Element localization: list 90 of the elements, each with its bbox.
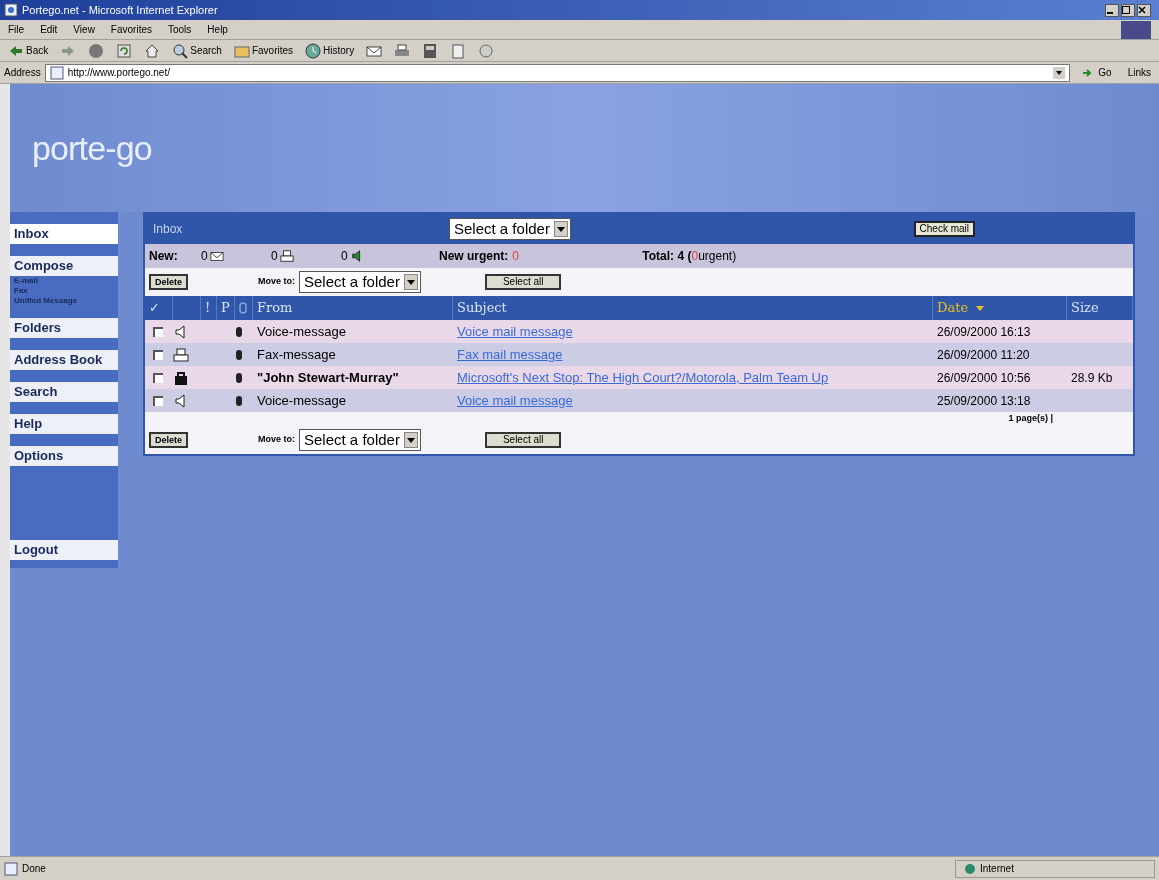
dropdown-icon bbox=[1053, 66, 1066, 79]
briefcase-icon bbox=[173, 369, 189, 386]
message-row[interactable]: Voice-message Voice mail message 25/09/2000 13:18 bbox=[145, 389, 1133, 412]
menu-item[interactable]: Tools bbox=[168, 22, 192, 37]
address-field[interactable]: http://www.portego.net/ bbox=[44, 63, 1071, 82]
sender: Voice-message bbox=[257, 323, 346, 339]
urgent-count: 0 bbox=[512, 248, 521, 265]
message-row[interactable]: Voice-message Voice mail message 26/09/2000 16:13 bbox=[145, 320, 1133, 343]
folder-select[interactable]: Select a folder bbox=[299, 271, 421, 293]
fax-icon bbox=[173, 346, 189, 363]
sidebar-item[interactable]: Compose bbox=[10, 256, 118, 276]
message-row[interactable]: Fax-message Fax mail message 26/09/2000 11:20 bbox=[145, 343, 1133, 366]
envelope-icon bbox=[209, 249, 224, 263]
logo: porte-go bbox=[32, 127, 152, 169]
count: 0 bbox=[201, 248, 208, 265]
links-label[interactable]: Links bbox=[1123, 65, 1155, 80]
maximize-icon bbox=[1122, 6, 1130, 14]
sender: Fax-message bbox=[257, 346, 336, 362]
close-icon bbox=[1138, 6, 1146, 14]
document-icon[interactable] bbox=[422, 42, 439, 59]
page-icon bbox=[4, 861, 18, 876]
select-all-button[interactable]: Select all bbox=[484, 274, 562, 290]
caret-icon bbox=[406, 437, 415, 443]
size: 28.9 Kb bbox=[1071, 370, 1113, 385]
globe-icon bbox=[964, 862, 976, 875]
folder-select[interactable]: Select a folder bbox=[299, 429, 421, 451]
refresh-icon[interactable] bbox=[116, 42, 133, 59]
sidebar-item[interactable]: Inbox bbox=[10, 224, 118, 244]
message-row[interactable]: "John Stewart-Murray" Microsoft's Next Stop: The High Court?/Motorola, Palm Team Up 26/09/2000 10:56 28.9 Kb bbox=[145, 366, 1133, 389]
close-button[interactable] bbox=[1137, 3, 1151, 17]
toolbar-label[interactable]: History bbox=[323, 43, 355, 58]
window-title: Portego.net - Microsoft Internet Explorer bbox=[22, 2, 219, 18]
delete-button[interactable]: Delete bbox=[149, 432, 188, 448]
urgent-count: 0 bbox=[691, 248, 699, 265]
checkbox[interactable] bbox=[153, 372, 163, 383]
toolbar-label[interactable]: Favorites bbox=[251, 43, 294, 58]
search-icon[interactable] bbox=[172, 42, 189, 59]
sidebar-item[interactable]: Help bbox=[10, 414, 118, 434]
home-icon[interactable] bbox=[144, 42, 161, 59]
checkbox[interactable] bbox=[153, 349, 163, 360]
sidebar-item[interactable]: Address Book bbox=[10, 350, 118, 370]
date: 26/09/2000 10:56 bbox=[937, 370, 1031, 385]
menu-item[interactable]: View bbox=[73, 22, 95, 37]
panel-title: Inbox bbox=[153, 221, 184, 238]
status-text: Done bbox=[22, 862, 47, 876]
subject-link[interactable]: Microsoft's Next Stop: The High Court?/Motorola, Palm Team Up bbox=[457, 369, 829, 385]
date: 26/09/2000 11:20 bbox=[937, 347, 1030, 362]
sidebar-item[interactable]: Search bbox=[10, 382, 118, 402]
select-all-button[interactable]: Select all bbox=[484, 432, 562, 448]
minimize-button[interactable] bbox=[1105, 3, 1119, 17]
move-to-label: Move to: bbox=[258, 433, 295, 447]
menu-item[interactable]: Help bbox=[207, 22, 228, 37]
menu-item[interactable]: Favorites bbox=[110, 22, 152, 37]
printer-icon[interactable] bbox=[394, 42, 411, 59]
checkbox[interactable] bbox=[153, 326, 163, 337]
sender: Voice-message bbox=[257, 392, 346, 408]
caret-icon bbox=[406, 279, 415, 285]
fax-icon bbox=[279, 249, 294, 263]
maximize-button[interactable] bbox=[1121, 3, 1135, 17]
total-label: Total: 4 ( bbox=[642, 248, 692, 265]
subject-link[interactable]: Voice mail message bbox=[457, 323, 573, 339]
check-mail-button[interactable]: Check mail bbox=[913, 221, 975, 237]
sidebar-item[interactable]: Folders bbox=[10, 318, 118, 338]
menu-item[interactable]: Edit bbox=[40, 22, 58, 37]
toolbar-label[interactable]: Search bbox=[190, 43, 222, 58]
move-to-label: Move to: bbox=[258, 275, 295, 289]
new-label: New: bbox=[149, 248, 179, 265]
new-urgent-label: New urgent: bbox=[439, 248, 509, 265]
checkbox[interactable] bbox=[153, 395, 163, 406]
folder-select[interactable]: Select a folder bbox=[449, 218, 571, 240]
sender: "John Stewart-Murray" bbox=[257, 369, 399, 385]
address-label: Address bbox=[4, 66, 41, 80]
sidebar-item[interactable]: Options bbox=[10, 446, 118, 466]
urgent-label: urgent) bbox=[698, 248, 737, 265]
zone-label: Internet bbox=[980, 862, 1014, 876]
sort-arrow-icon bbox=[976, 305, 985, 311]
browser-icon bbox=[4, 3, 18, 17]
page-icon bbox=[49, 65, 64, 80]
date: 25/09/2000 13:18 bbox=[937, 393, 1031, 408]
delete-button[interactable]: Delete bbox=[149, 274, 188, 290]
page-count: 1 page(s) | bbox=[1008, 412, 1053, 425]
go-button[interactable]: Go bbox=[1074, 65, 1120, 80]
history-icon[interactable] bbox=[305, 42, 322, 59]
menu-item[interactable]: File bbox=[8, 22, 25, 37]
toolbar-label[interactable]: Back bbox=[26, 43, 49, 58]
caret-icon bbox=[556, 226, 565, 232]
date: 26/09/2000 16:13 bbox=[937, 324, 1031, 339]
sidebar-item[interactable]: Logout bbox=[10, 540, 118, 560]
count: 0 bbox=[271, 248, 278, 265]
count: 0 bbox=[341, 248, 348, 265]
